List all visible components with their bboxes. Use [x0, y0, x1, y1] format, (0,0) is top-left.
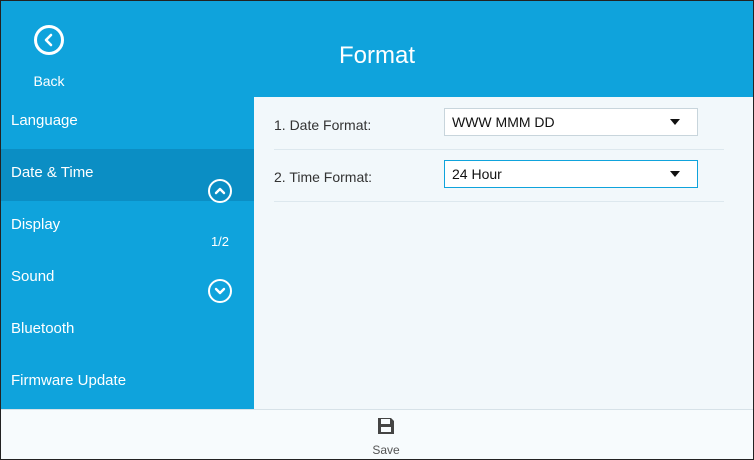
- time-format-select[interactable]: 24 Hour: [444, 160, 698, 188]
- date-format-label: 1. Date Format:: [274, 117, 372, 133]
- sidebar: Language Date & Time Display Sound Bluet…: [1, 97, 254, 409]
- sidebar-item-label: Language: [11, 112, 78, 129]
- scroll-down-button[interactable]: [208, 279, 232, 303]
- time-format-label: 2. Time Format:: [274, 169, 373, 185]
- save-label: Save: [372, 443, 400, 457]
- sidebar-item-bluetooth[interactable]: Bluetooth: [1, 305, 254, 357]
- chevron-down-icon: [214, 287, 226, 295]
- sidebar-item-label: Firmware Update: [11, 372, 127, 389]
- save-button[interactable]: Save: [351, 416, 421, 459]
- scroll-up-button[interactable]: [208, 179, 232, 203]
- date-format-value: WWW MMM DD: [452, 114, 555, 130]
- page-indicator: 1/2: [210, 234, 230, 249]
- phone-screen: Back Format Language Date & Time Display…: [0, 0, 754, 460]
- back-label: Back: [33, 73, 65, 89]
- footer-softkey-bar: Save: [1, 409, 753, 459]
- date-format-select[interactable]: WWW MMM DD: [444, 108, 698, 136]
- chevron-up-icon: [214, 187, 226, 195]
- date-format-row: 1. Date Format: WWW MMM DD: [274, 97, 724, 150]
- format-settings-panel: 1. Date Format: WWW MMM DD 2. Time Forma…: [254, 97, 753, 409]
- time-format-row: 2. Time Format: 24 Hour: [274, 149, 724, 202]
- dropdown-caret-icon: [670, 171, 680, 177]
- sidebar-item-firmware-update[interactable]: Firmware Update: [1, 357, 254, 409]
- time-format-value: 24 Hour: [452, 166, 502, 182]
- page-title: Format: [338, 42, 415, 69]
- header: Back Format: [1, 1, 753, 97]
- save-floppy-icon: [378, 418, 394, 434]
- sidebar-item-label: Sound: [11, 268, 55, 285]
- sidebar-item-label: Display: [11, 216, 61, 233]
- dropdown-caret-icon: [670, 119, 680, 125]
- sidebar-item-label: Date & Time: [11, 164, 94, 181]
- sidebar-item-language[interactable]: Language: [1, 97, 254, 149]
- sidebar-item-label: Bluetooth: [11, 320, 75, 337]
